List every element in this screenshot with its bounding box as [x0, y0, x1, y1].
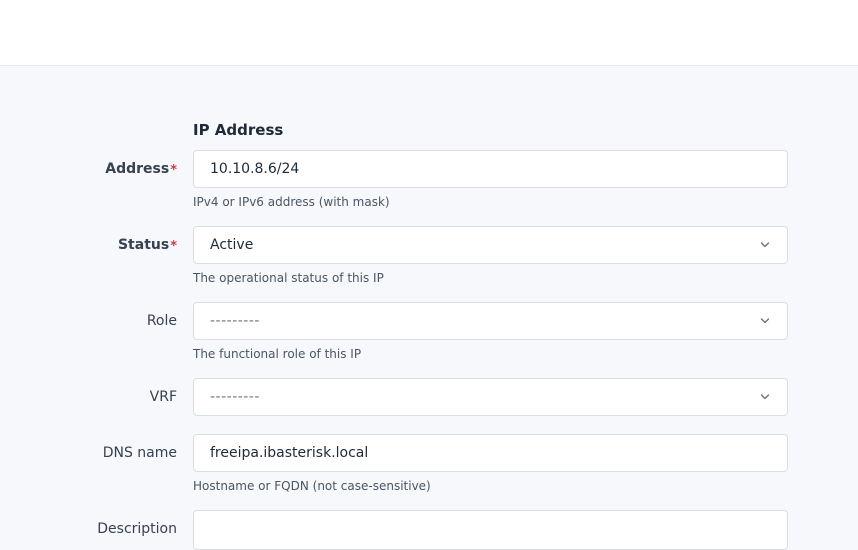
- chevron-down-icon: [760, 242, 770, 248]
- address-input[interactable]: 10.10.8.6/24: [193, 150, 788, 188]
- role-help-text: The functional role of this IP: [193, 347, 362, 361]
- description-input[interactable]: [193, 510, 788, 550]
- top-header-bar: [0, 0, 858, 66]
- chevron-down-icon: [760, 394, 770, 400]
- required-marker: *: [170, 239, 177, 254]
- status-label-text: Status: [117, 237, 170, 253]
- status-label: Status*: [118, 235, 177, 256]
- vrf-label: VRF: [149, 389, 177, 405]
- address-label: Address*: [105, 159, 177, 180]
- dns-name-label: DNS name: [102, 445, 177, 461]
- vrf-select-value: ---------: [210, 389, 260, 405]
- address-input-value: 10.10.8.6/24: [210, 161, 300, 177]
- required-marker: *: [170, 163, 177, 178]
- chevron-down-icon: [760, 318, 770, 324]
- section-title: IP Address: [193, 121, 284, 139]
- dns-name-help-text: Hostname or FQDN (not case-sensitive): [193, 479, 431, 493]
- vrf-select[interactable]: ---------: [193, 378, 788, 416]
- dns-name-input-value: freeipa.ibasterisk.local: [210, 445, 369, 461]
- status-select-value: Active: [210, 237, 254, 253]
- address-label-text: Address: [105, 161, 170, 177]
- status-select[interactable]: Active: [193, 226, 788, 264]
- address-help-text: IPv4 or IPv6 address (with mask): [193, 195, 390, 209]
- dns-name-input[interactable]: freeipa.ibasterisk.local: [193, 434, 788, 472]
- role-select-value: ---------: [210, 313, 260, 329]
- status-help-text: The operational status of this IP: [193, 271, 384, 285]
- ip-address-form: IP Address Address* 10.10.8.6/24 IPv4 or…: [0, 66, 858, 550]
- role-select[interactable]: ---------: [193, 302, 788, 340]
- role-label: Role: [146, 313, 177, 329]
- description-label: Description: [97, 521, 177, 537]
